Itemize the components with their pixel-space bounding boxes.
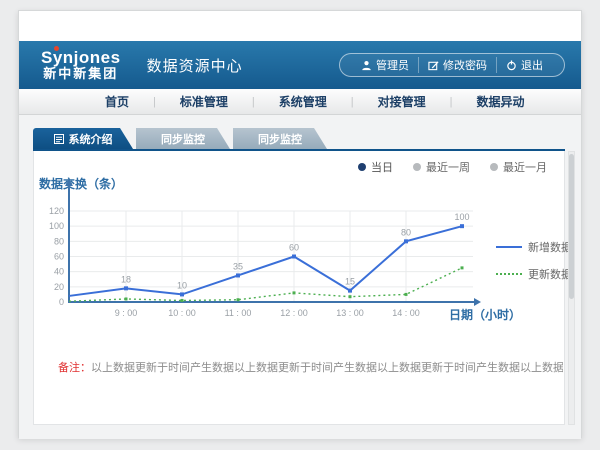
time-range-filter: 当日 最近一周 最近一月 [358, 159, 547, 175]
chart-legend: 新增数据 更新数据 [496, 239, 572, 293]
svg-text:100: 100 [454, 212, 469, 222]
tab-sync-monitor-1[interactable]: 同步监控 [136, 128, 230, 149]
app-window: Synjones 新中新集团 数据资源中心 管理员 修改密码 退 [18, 10, 582, 438]
document-icon [54, 134, 64, 144]
svg-text:10: 10 [177, 280, 187, 290]
svg-text:18: 18 [121, 274, 131, 284]
svg-text:15: 15 [345, 277, 355, 287]
tab-label: 同步监控 [161, 131, 205, 147]
svg-text:9 : 00: 9 : 00 [115, 308, 138, 318]
radio-label: 最近一周 [426, 159, 470, 175]
window-top-strip [19, 11, 581, 41]
blue-line-swatch [496, 246, 522, 248]
svg-text:80: 80 [54, 236, 64, 246]
nav-item-interface-mgmt[interactable]: 对接管理 [354, 93, 450, 110]
radio-label: 最近一月 [503, 159, 547, 175]
legend-item-update-data[interactable]: 更新数据 [496, 266, 572, 282]
content-area: 系统介绍 同步监控 同步监控 当日 最近一周 最近一月 [19, 115, 581, 439]
tab-bar: 系统介绍 同步监控 同步监控 [33, 128, 327, 149]
radio-dot-icon [413, 163, 421, 171]
svg-text:11 : 00: 11 : 00 [225, 308, 252, 318]
svg-text:120: 120 [49, 206, 64, 216]
legend-label: 新增数据 [528, 239, 572, 255]
company-logo: Synjones 新中新集团 [41, 49, 121, 80]
content-scrollbar[interactable] [568, 151, 575, 425]
user-name-label: 管理员 [376, 57, 409, 73]
svg-text:60: 60 [54, 252, 64, 262]
tab-label: 系统介绍 [69, 131, 113, 147]
power-icon [506, 60, 517, 71]
svg-text:10 : 00: 10 : 00 [168, 308, 196, 318]
logo-text-en: Synjones [41, 49, 121, 67]
svg-text:100: 100 [49, 221, 64, 231]
radio-dot-icon [490, 163, 498, 171]
svg-text:40: 40 [54, 267, 64, 277]
change-password-label: 修改密码 [443, 57, 487, 73]
svg-text:0: 0 [59, 297, 64, 307]
line-chart: 0 20 40 60 80 100 120 9 : 00 10 : 00 11 : 00 12 : … [49, 178, 549, 330]
svg-text:14 : 00: 14 : 00 [392, 308, 420, 318]
main-nav: 首页 | 标准管理 | 系统管理 | 对接管理 | 数据异动 [19, 89, 581, 115]
tab-sync-monitor-2[interactable]: 同步监控 [233, 128, 327, 149]
tab-system-intro[interactable]: 系统介绍 [33, 128, 133, 149]
nav-item-standard-mgmt[interactable]: 标准管理 [156, 93, 252, 110]
svg-text:20: 20 [54, 282, 64, 292]
footnote-label: 备注： [58, 362, 91, 374]
green-dotted-swatch [496, 273, 522, 275]
nav-item-home[interactable]: 首页 [81, 93, 153, 110]
footnote-text: 以上数据更新于时间产生数据以上数据更新于时间产生数据以上数据更新于时间产生数据以… [91, 362, 563, 374]
tab-label: 同步监控 [258, 131, 302, 147]
legend-label: 更新数据 [528, 266, 572, 282]
user-toolbar: 管理员 修改密码 退出 [339, 53, 565, 77]
svg-text:35: 35 [233, 261, 243, 271]
svg-text:日期（小时）: 日期（小时） [449, 307, 521, 322]
radio-last-week[interactable]: 最近一周 [413, 159, 470, 175]
page-title: 数据资源中心 [147, 55, 243, 76]
radio-today[interactable]: 当日 [358, 159, 393, 175]
change-password-button[interactable]: 修改密码 [418, 57, 496, 73]
nav-item-system-mgmt[interactable]: 系统管理 [255, 93, 351, 110]
svg-text:12 : 00: 12 : 00 [280, 308, 308, 318]
radio-label: 当日 [371, 159, 393, 175]
footnote: 备注：以上数据更新于时间产生数据以上数据更新于时间产生数据以上数据更新于时间产生… [58, 359, 563, 375]
radio-dot-icon [358, 163, 366, 171]
logout-button[interactable]: 退出 [496, 57, 552, 73]
logout-label: 退出 [521, 57, 543, 73]
legend-item-new-data[interactable]: 新增数据 [496, 239, 572, 255]
svg-text:13 : 00: 13 : 00 [336, 308, 364, 318]
logo-text-cn: 新中新集团 [41, 67, 121, 81]
svg-text:80: 80 [401, 227, 411, 237]
radio-last-month[interactable]: 最近一月 [490, 159, 547, 175]
scrollbar-thumb[interactable] [569, 154, 574, 299]
current-user[interactable]: 管理员 [352, 57, 418, 73]
nav-item-data-change[interactable]: 数据异动 [453, 93, 549, 110]
edit-icon [428, 60, 439, 71]
svg-text:60: 60 [289, 243, 299, 253]
user-icon [361, 60, 372, 71]
